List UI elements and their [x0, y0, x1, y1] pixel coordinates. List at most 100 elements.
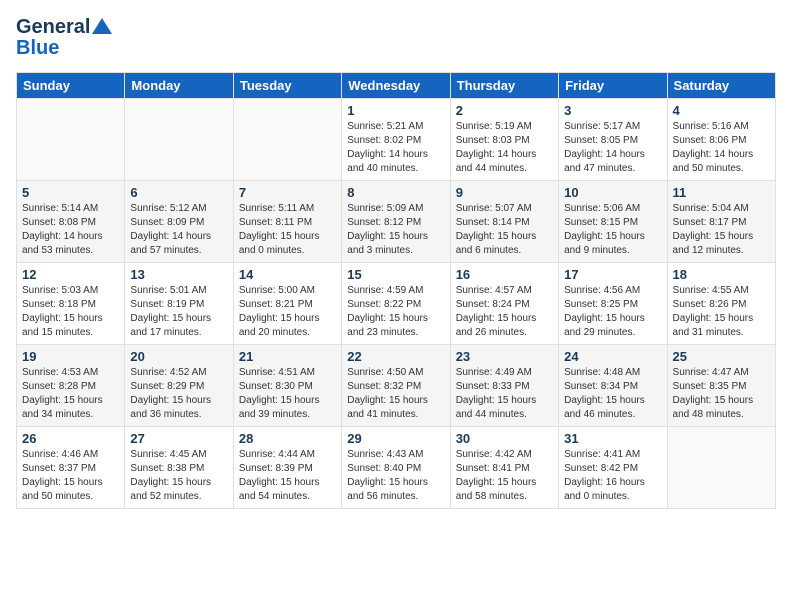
calendar-cell: 9 Sunrise: 5:07 AM Sunset: 8:14 PM Daylig… — [450, 181, 558, 263]
day-info: Sunrise: 5:07 AM Sunset: 8:14 PM Dayligh… — [456, 202, 553, 258]
day-info: Sunrise: 4:43 AM Sunset: 8:40 PM Dayligh… — [347, 448, 444, 504]
page-header: General Blue — [16, 16, 776, 60]
calendar-cell: 25Sunrise: 4:47 AM Sunset: 8:35 PM Dayli… — [667, 345, 775, 427]
weekday-header-friday: Friday — [559, 73, 667, 99]
calendar-cell: 6 Sunrise: 5:12 AM Sunset: 8:09 PM Daylig… — [125, 181, 233, 263]
day-info: Sunrise: 4:52 AM Sunset: 8:29 PM Dayligh… — [130, 366, 227, 422]
day-number: 17 — [564, 267, 661, 282]
logo-general: General — [16, 16, 90, 39]
logo-blue: Blue — [16, 37, 112, 60]
day-info: Sunrise: 5:16 AM Sunset: 8:06 PM Dayligh… — [673, 120, 770, 176]
day-number: 6 — [130, 185, 227, 200]
calendar-cell: 3 Sunrise: 5:17 AM Sunset: 8:05 PM Daylig… — [559, 99, 667, 181]
calendar-cell: 1 Sunrise: 5:21 AM Sunset: 8:02 PM Daylig… — [342, 99, 450, 181]
day-number: 1 — [347, 103, 444, 118]
day-number: 15 — [347, 267, 444, 282]
calendar-cell: 22 Sunrise: 4:50 AM Sunset: 8:32 PM Dayli… — [342, 345, 450, 427]
day-number: 25 — [673, 349, 770, 364]
day-info: Sunrise: 5:14 AM Sunset: 8:08 PM Dayligh… — [22, 202, 119, 258]
day-info: Sunrise: 5:00 AM Sunset: 8:21 PM Dayligh… — [239, 284, 336, 340]
day-number: 22 — [347, 349, 444, 364]
weekday-header-sunday: Sunday — [17, 73, 125, 99]
day-number: 21 — [239, 349, 336, 364]
calendar-cell: 31 Sunrise: 4:41 AM Sunset: 8:42 PM Dayli… — [559, 427, 667, 509]
day-number: 23 — [456, 349, 553, 364]
calendar-cell — [667, 427, 775, 509]
day-number: 29 — [347, 431, 444, 446]
day-number: 31 — [564, 431, 661, 446]
day-info: Sunrise: 4:49 AM Sunset: 8:33 PM Dayligh… — [456, 366, 553, 422]
day-info: Sunrise: 5:09 AM Sunset: 8:12 PM Dayligh… — [347, 202, 444, 258]
day-number: 19 — [22, 349, 119, 364]
calendar-cell: 12 Sunrise: 5:03 AM Sunset: 8:18 PM Dayli… — [17, 263, 125, 345]
day-info: Sunrise: 4:41 AM Sunset: 8:42 PM Dayligh… — [564, 448, 661, 504]
weekday-header-wednesday: Wednesday — [342, 73, 450, 99]
day-number: 27 — [130, 431, 227, 446]
calendar-cell: 8Sunrise: 5:09 AM Sunset: 8:12 PM Daylig… — [342, 181, 450, 263]
day-info: Sunrise: 4:56 AM Sunset: 8:25 PM Dayligh… — [564, 284, 661, 340]
calendar-cell — [125, 99, 233, 181]
logo: General Blue — [16, 16, 112, 60]
day-info: Sunrise: 4:57 AM Sunset: 8:24 PM Dayligh… — [456, 284, 553, 340]
logo-arrow-icon — [92, 18, 112, 34]
calendar-cell: 23 Sunrise: 4:49 AM Sunset: 8:33 PM Dayli… — [450, 345, 558, 427]
day-info: Sunrise: 5:03 AM Sunset: 8:18 PM Dayligh… — [22, 284, 119, 340]
day-info: Sunrise: 4:55 AM Sunset: 8:26 PM Dayligh… — [673, 284, 770, 340]
day-number: 30 — [456, 431, 553, 446]
day-info: Sunrise: 4:51 AM Sunset: 8:30 PM Dayligh… — [239, 366, 336, 422]
day-info: Sunrise: 4:46 AM Sunset: 8:37 PM Dayligh… — [22, 448, 119, 504]
calendar-cell: 26Sunrise: 4:46 AM Sunset: 8:37 PM Dayli… — [17, 427, 125, 509]
calendar-cell: 29 Sunrise: 4:43 AM Sunset: 8:40 PM Dayli… — [342, 427, 450, 509]
calendar-cell: 4Sunrise: 5:16 AM Sunset: 8:06 PM Daylig… — [667, 99, 775, 181]
day-number: 2 — [456, 103, 553, 118]
day-info: Sunrise: 5:21 AM Sunset: 8:02 PM Dayligh… — [347, 120, 444, 176]
calendar-cell: 27Sunrise: 4:45 AM Sunset: 8:38 PM Dayli… — [125, 427, 233, 509]
calendar-cell: 20 Sunrise: 4:52 AM Sunset: 8:29 PM Dayli… — [125, 345, 233, 427]
calendar-cell — [17, 99, 125, 181]
day-info: Sunrise: 4:48 AM Sunset: 8:34 PM Dayligh… — [564, 366, 661, 422]
calendar-cell: 10 Sunrise: 5:06 AM Sunset: 8:15 PM Dayli… — [559, 181, 667, 263]
calendar-cell: 17 Sunrise: 4:56 AM Sunset: 8:25 PM Dayli… — [559, 263, 667, 345]
calendar-cell: 7 Sunrise: 5:11 AM Sunset: 8:11 PM Daylig… — [233, 181, 341, 263]
day-info: Sunrise: 4:50 AM Sunset: 8:32 PM Dayligh… — [347, 366, 444, 422]
day-number: 9 — [456, 185, 553, 200]
day-info: Sunrise: 4:42 AM Sunset: 8:41 PM Dayligh… — [456, 448, 553, 504]
day-info: Sunrise: 4:53 AM Sunset: 8:28 PM Dayligh… — [22, 366, 119, 422]
day-number: 16 — [456, 267, 553, 282]
day-info: Sunrise: 5:11 AM Sunset: 8:11 PM Dayligh… — [239, 202, 336, 258]
calendar-cell: 19 Sunrise: 4:53 AM Sunset: 8:28 PM Dayli… — [17, 345, 125, 427]
day-info: Sunrise: 5:17 AM Sunset: 8:05 PM Dayligh… — [564, 120, 661, 176]
day-number: 24 — [564, 349, 661, 364]
day-number: 14 — [239, 267, 336, 282]
day-info: Sunrise: 5:01 AM Sunset: 8:19 PM Dayligh… — [130, 284, 227, 340]
calendar-cell: 11 Sunrise: 5:04 AM Sunset: 8:17 PM Dayli… — [667, 181, 775, 263]
day-number: 28 — [239, 431, 336, 446]
day-number: 7 — [239, 185, 336, 200]
day-number: 10 — [564, 185, 661, 200]
day-info: Sunrise: 5:04 AM Sunset: 8:17 PM Dayligh… — [673, 202, 770, 258]
calendar-cell: 18 Sunrise: 4:55 AM Sunset: 8:26 PM Dayli… — [667, 263, 775, 345]
day-info: Sunrise: 4:44 AM Sunset: 8:39 PM Dayligh… — [239, 448, 336, 504]
day-info: Sunrise: 4:59 AM Sunset: 8:22 PM Dayligh… — [347, 284, 444, 340]
calendar-cell: 30 Sunrise: 4:42 AM Sunset: 8:41 PM Dayli… — [450, 427, 558, 509]
day-number: 11 — [673, 185, 770, 200]
weekday-header-monday: Monday — [125, 73, 233, 99]
calendar-cell: 15 Sunrise: 4:59 AM Sunset: 8:22 PM Dayli… — [342, 263, 450, 345]
calendar-cell: 24 Sunrise: 4:48 AM Sunset: 8:34 PM Dayli… — [559, 345, 667, 427]
day-number: 5 — [22, 185, 119, 200]
weekday-header-saturday: Saturday — [667, 73, 775, 99]
day-info: Sunrise: 5:12 AM Sunset: 8:09 PM Dayligh… — [130, 202, 227, 258]
day-info: Sunrise: 5:06 AM Sunset: 8:15 PM Dayligh… — [564, 202, 661, 258]
weekday-header-tuesday: Tuesday — [233, 73, 341, 99]
day-number: 13 — [130, 267, 227, 282]
calendar-cell: 2 Sunrise: 5:19 AM Sunset: 8:03 PM Daylig… — [450, 99, 558, 181]
day-number: 18 — [673, 267, 770, 282]
day-info: Sunrise: 5:19 AM Sunset: 8:03 PM Dayligh… — [456, 120, 553, 176]
calendar-cell: 5 Sunrise: 5:14 AM Sunset: 8:08 PM Daylig… — [17, 181, 125, 263]
day-number: 12 — [22, 267, 119, 282]
day-number: 20 — [130, 349, 227, 364]
calendar-cell: 28 Sunrise: 4:44 AM Sunset: 8:39 PM Dayli… — [233, 427, 341, 509]
day-number: 3 — [564, 103, 661, 118]
weekday-header-thursday: Thursday — [450, 73, 558, 99]
calendar-table: SundayMondayTuesdayWednesdayThursdayFrid… — [16, 72, 776, 509]
